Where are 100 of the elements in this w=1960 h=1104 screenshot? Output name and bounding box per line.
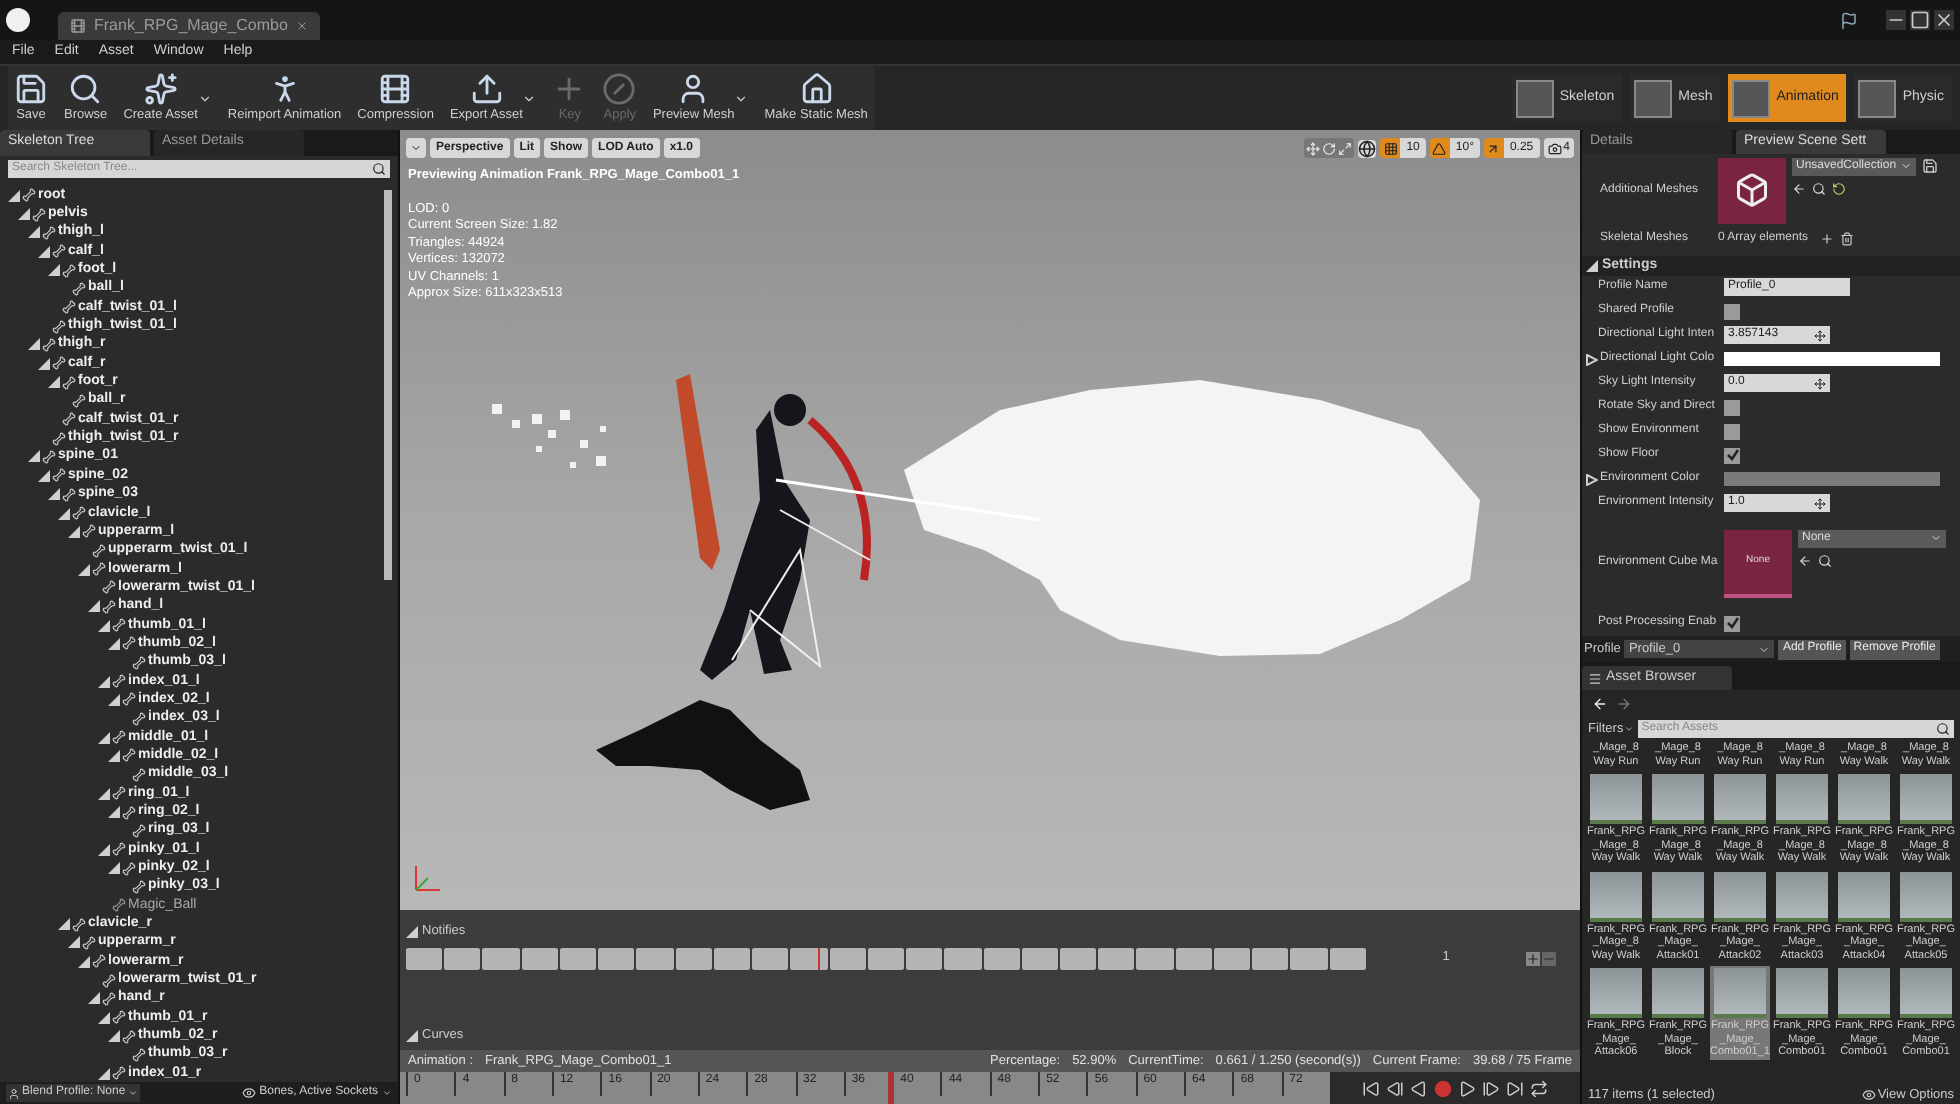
scale-icon[interactable]: [1338, 141, 1353, 155]
expand-arrow-icon[interactable]: [68, 936, 80, 949]
animation-thumbnail: [1652, 774, 1704, 824]
expand-arrow-icon[interactable]: [88, 992, 100, 1005]
play-icon[interactable]: [1458, 1079, 1476, 1097]
search-icon[interactable]: [1818, 553, 1832, 567]
notify-track[interactable]: [406, 947, 1366, 970]
expand-arrow-icon[interactable]: [1586, 260, 1598, 272]
forward-icon[interactable]: [1616, 696, 1632, 712]
move-icon[interactable]: [1306, 141, 1321, 155]
scrollbar-thumb[interactable]: [384, 190, 392, 580]
checkbox[interactable]: [1724, 399, 1740, 415]
close-icon[interactable]: [1934, 10, 1954, 30]
list-icon: [1588, 671, 1602, 685]
bone-icon: [112, 842, 126, 857]
bone-icon: [52, 356, 66, 371]
back-icon[interactable]: [1592, 696, 1608, 712]
add-icon[interactable]: [1526, 951, 1540, 966]
save-icon: [14, 71, 48, 106]
cube-icon: [1734, 172, 1770, 208]
flag-icon[interactable]: [1840, 11, 1858, 29]
expand-arrow-icon[interactable]: [38, 357, 50, 370]
color-swatch[interactable]: [1724, 472, 1940, 486]
add-icon[interactable]: [1820, 232, 1835, 246]
reset-icon[interactable]: [1832, 181, 1846, 195]
trash-icon[interactable]: [1840, 232, 1855, 246]
expand-arrow-icon[interactable]: [1586, 473, 1598, 485]
minimize-icon[interactable]: [1886, 10, 1906, 30]
arrow-left-icon[interactable]: [1798, 553, 1812, 567]
expand-arrow-icon[interactable]: [406, 925, 418, 938]
expand-arrow-icon[interactable]: [108, 693, 120, 706]
expand-arrow-icon[interactable]: [108, 1030, 120, 1043]
expand-arrow-icon[interactable]: [1586, 353, 1598, 365]
close-icon[interactable]: [295, 20, 308, 32]
expand-arrow-icon[interactable]: [28, 226, 40, 239]
rotate-icon[interactable]: [1322, 141, 1337, 155]
expand-arrow-icon[interactable]: [48, 488, 60, 501]
bone-icon: [112, 898, 126, 913]
expand-arrow-icon[interactable]: [88, 600, 100, 613]
expand-arrow-icon[interactable]: [38, 245, 50, 258]
arrow-left-icon[interactable]: [1792, 181, 1806, 195]
bone-icon: [62, 487, 76, 502]
snap-toggle[interactable]: [1483, 138, 1504, 158]
skip-to-end-icon[interactable]: [1506, 1079, 1524, 1097]
expand-arrow-icon[interactable]: [38, 469, 50, 482]
loop-icon[interactable]: [1530, 1079, 1548, 1097]
expand-arrow-icon[interactable]: [98, 1067, 110, 1080]
expand-arrow-icon[interactable]: [108, 637, 120, 650]
expand-arrow-icon[interactable]: [98, 843, 110, 856]
globe-icon[interactable]: [1358, 139, 1377, 157]
snap-toggle[interactable]: [1380, 138, 1401, 158]
document-tab[interactable]: Frank_RPG_Mage_Combo: [58, 12, 320, 40]
expand-arrow-icon[interactable]: [108, 806, 120, 819]
animation-thumbnail: [1900, 871, 1952, 921]
mesh-thumbnail[interactable]: [1718, 157, 1786, 223]
bone-icon: [112, 1066, 126, 1081]
expand-arrow-icon[interactable]: [78, 563, 90, 576]
expand-arrow-icon[interactable]: [406, 1030, 418, 1043]
expand-arrow-icon[interactable]: [98, 731, 110, 744]
color-swatch[interactable]: [1724, 352, 1940, 366]
caret-icon: [734, 91, 749, 105]
engine-logo-icon[interactable]: [6, 8, 30, 32]
expand-arrow-icon[interactable]: [48, 264, 60, 277]
animation-thumbnail: [1590, 774, 1642, 824]
expand-arrow-icon[interactable]: [8, 189, 20, 202]
step-back-icon[interactable]: [1386, 1079, 1404, 1097]
expand-arrow-icon[interactable]: [108, 749, 120, 762]
checkbox[interactable]: [1724, 303, 1740, 319]
maximize-icon[interactable]: [1910, 10, 1930, 30]
expand-arrow-icon[interactable]: [78, 955, 90, 968]
person-icon: [8, 1087, 20, 1099]
expand-arrow-icon[interactable]: [58, 918, 70, 931]
eye-icon: [1861, 1088, 1876, 1102]
record-icon[interactable]: [1434, 1079, 1452, 1097]
viewport[interactable]: [400, 130, 1580, 910]
expand-arrow-icon[interactable]: [108, 862, 120, 875]
snap-toggle[interactable]: [1429, 138, 1450, 158]
skip-to-start-icon[interactable]: [1362, 1079, 1380, 1097]
eye-icon: [241, 1086, 256, 1100]
expand-arrow-icon[interactable]: [58, 507, 70, 520]
bone-icon: [62, 300, 76, 315]
search-icon[interactable]: [1812, 181, 1826, 195]
animation-thumbnail: [1900, 968, 1952, 1018]
expand-arrow-icon[interactable]: [48, 376, 60, 389]
expand-arrow-icon[interactable]: [98, 787, 110, 800]
expand-arrow-icon[interactable]: [98, 619, 110, 632]
expand-arrow-icon[interactable]: [98, 1011, 110, 1024]
save-icon[interactable]: [1922, 157, 1938, 173]
expand-arrow-icon[interactable]: [68, 525, 80, 538]
play-reverse-icon[interactable]: [1410, 1079, 1428, 1097]
checkbox[interactable]: [1724, 447, 1740, 463]
bone-icon: [92, 562, 106, 577]
bone-icon: [122, 748, 136, 763]
expand-arrow-icon[interactable]: [28, 450, 40, 463]
expand-arrow-icon[interactable]: [28, 338, 40, 351]
expand-arrow-icon[interactable]: [18, 208, 30, 221]
checkbox[interactable]: [1724, 423, 1740, 439]
expand-arrow-icon[interactable]: [98, 675, 110, 688]
step-forward-icon[interactable]: [1482, 1079, 1500, 1097]
checkbox[interactable]: [1724, 615, 1740, 631]
